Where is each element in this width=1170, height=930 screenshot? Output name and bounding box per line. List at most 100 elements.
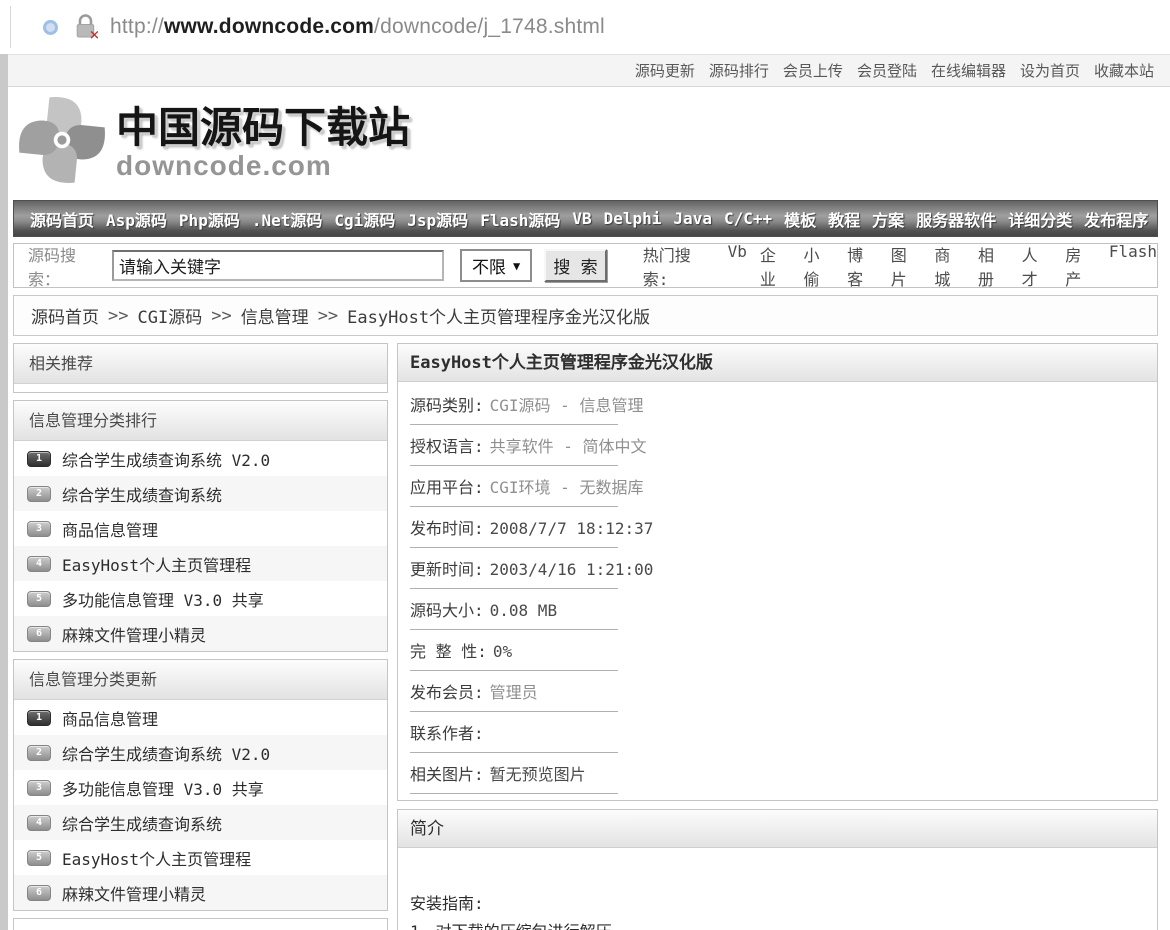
hot-keyword-link[interactable]: Flash [1109, 242, 1157, 290]
rank-badge: 5 [27, 850, 51, 866]
detail-label: 发布会员: [410, 683, 484, 702]
top-link[interactable]: 源码排行 [709, 60, 769, 81]
intro-line: 1、对下载的压缩包进行解压 [410, 918, 1143, 930]
rank-badge: 4 [27, 815, 51, 831]
breadcrumb-link[interactable]: EasyHost个人主页管理程序金光汉化版 [347, 303, 650, 328]
nav-link[interactable]: Flash源码 [480, 207, 560, 231]
detail-label: 完 整 性: [410, 642, 487, 661]
rank-list-item[interactable]: 6 麻辣文件管理小精灵 [14, 616, 387, 651]
nav-link[interactable]: Php源码 [179, 207, 240, 231]
detail-value: 2003/4/16 1:21:00 [490, 560, 654, 579]
rank-box-title: 信息管理分类排行 [14, 401, 387, 441]
search-bar: 源码搜索： 不限 ▼ 搜 索 热门搜索: Vb 企业小偷博客图片商城相册人才房产 F… [13, 243, 1158, 288]
update-list-item[interactable]: 6 麻辣文件管理小精灵 [14, 875, 387, 910]
nav-link[interactable]: Delphi [604, 209, 662, 228]
hot-keyword-link[interactable]: 小偷 [803, 242, 834, 290]
nav-link[interactable]: Java [673, 209, 712, 228]
rank-list-item[interactable]: 3 商品信息管理 [14, 511, 387, 546]
category-select[interactable]: 不限 ▼ [460, 249, 532, 282]
nav-link[interactable]: 方案 [872, 207, 904, 231]
detail-row: 发布会员: 管理员 [410, 671, 1157, 712]
url-domain: www.downcode.com [164, 15, 374, 38]
rank-badge: 6 [27, 885, 51, 901]
top-link[interactable]: 会员上传 [783, 60, 843, 81]
nav-link[interactable]: 源码首页 [30, 207, 94, 231]
rank-item-label: 麻辣文件管理小精灵 [62, 622, 206, 646]
hot-search-keywords: Vb 企业小偷博客图片商城相册人才房产 Flash [715, 242, 1157, 290]
hot-keyword-link[interactable]: 相册 [978, 242, 1009, 290]
site-title[interactable]: 中国源码下载站 [116, 105, 410, 151]
rank-badge: 1 [27, 710, 51, 726]
detail-value[interactable]: CGI源码 - 信息管理 [490, 396, 644, 415]
hot-keyword-link[interactable]: 博客 [847, 242, 878, 290]
update-list-item[interactable]: 5 EasyHost个人主页管理程 [14, 840, 387, 875]
top-link[interactable]: 设为首页 [1020, 60, 1080, 81]
hot-keyword-link[interactable]: Vb [728, 242, 747, 290]
url-text[interactable]: http://www.downcode.com/downcode/j_1748.… [110, 15, 605, 39]
detail-label: 源码大小: [410, 601, 484, 620]
update-list-item[interactable]: 1 商品信息管理 [14, 700, 387, 735]
rank-list-item[interactable]: 1 综合学生成绩查询系统 V2.0 [14, 441, 387, 476]
sidebar: 相关推荐 信息管理分类排行 1 综合学生成绩查询系统 V2.0 2 综合学生成绩… [13, 343, 388, 930]
nav-link[interactable]: 发布程序 [1084, 207, 1148, 231]
search-input[interactable] [112, 250, 444, 281]
nav-link[interactable]: C/C++ [724, 209, 772, 228]
detail-label: 更新时间: [410, 560, 484, 579]
hot-search-label: 热门搜索: [643, 242, 715, 290]
rank-item-label: 多功能信息管理 V3.0 共享 [62, 587, 264, 611]
logo-swirl-icon [16, 94, 108, 191]
update-list-item[interactable]: 3 多功能信息管理 V3.0 共享 [14, 770, 387, 805]
top-link[interactable]: 收藏本站 [1094, 60, 1154, 81]
url-path: /downcode/j_1748.shtml [374, 15, 605, 38]
update-list-item[interactable]: 4 综合学生成绩查询系统 [14, 805, 387, 840]
insecure-lock-icon[interactable]: ✕ [74, 14, 98, 40]
intro-body: 安装指南:1、对下载的压缩包进行解压2、上传所有文件，注意Images下的文件选… [398, 848, 1157, 930]
detail-value[interactable]: 管理员 [490, 683, 538, 702]
nav-link[interactable]: Cgi源码 [334, 207, 395, 231]
search-label: 源码搜索： [28, 242, 106, 290]
nav-link[interactable]: 模板 [784, 207, 816, 231]
update-list-item[interactable]: 2 综合学生成绩查询系统 V2.0 [14, 735, 387, 770]
nav-link[interactable]: 教程 [828, 207, 860, 231]
breadcrumb-link[interactable]: 信息管理 [241, 303, 309, 328]
detail-value[interactable]: CGI环境 - 无数据库 [490, 478, 644, 497]
hot-keyword-link[interactable]: 人才 [1022, 242, 1053, 290]
nav-link[interactable]: .Net源码 [252, 207, 323, 231]
rank-item-label: 商品信息管理 [62, 517, 158, 541]
breadcrumb-separator: >> [318, 306, 338, 326]
rank-list-item[interactable]: 5 多功能信息管理 V3.0 共享 [14, 581, 387, 616]
top-link[interactable]: 在线编辑器 [931, 60, 1006, 81]
breadcrumb-link[interactable]: 源码首页 [31, 303, 99, 328]
detail-panel: EasyHost个人主页管理程序金光汉化版 源码类别:CGI源码 - 信息管理 … [397, 343, 1158, 801]
site-subtitle[interactable]: downcode.com [116, 151, 410, 181]
hot-keyword-link[interactable]: 企业 [760, 242, 791, 290]
nav-link[interactable]: 详细分类 [1008, 207, 1072, 231]
top-link[interactable]: 会员登陆 [857, 60, 917, 81]
update-list: 1 商品信息管理 2 综合学生成绩查询系统 V2.0 3 多功能信息管理 V3.… [14, 700, 387, 910]
detail-value[interactable]: 共享软件 - 简体中文 [490, 437, 647, 456]
update-item-label: 综合学生成绩查询系统 V2.0 [62, 741, 270, 765]
nav-link[interactable]: Asp源码 [106, 207, 167, 231]
breadcrumb-item: >> 源码首页 [31, 303, 99, 328]
detail-row: 应用平台:CGI环境 - 无数据库 [410, 466, 1157, 507]
hot-keyword-link[interactable]: 房产 [1065, 242, 1096, 290]
detail-value: 0.08 MB [490, 601, 557, 620]
breadcrumb-separator: >> [108, 306, 128, 326]
nav-link[interactable]: Jsp源码 [407, 207, 468, 231]
nav-link[interactable]: VB [572, 209, 591, 228]
top-link[interactable]: 源码更新 [635, 60, 695, 81]
breadcrumb-link[interactable]: CGI源码 [137, 303, 202, 328]
detail-row: 源码类别:CGI源码 - 信息管理 [410, 384, 1157, 425]
browser-address-bar: ✕ http://www.downcode.com/downcode/j_174… [0, 0, 1170, 54]
detail-row: 更新时间: 2003/4/16 1:21:00 [410, 548, 1157, 589]
detail-row: 发布时间:2008/7/7 18:12:37 [410, 507, 1157, 548]
update-item-label: 商品信息管理 [62, 706, 158, 730]
rank-list-item[interactable]: 4 EasyHost个人主页管理程 [14, 546, 387, 581]
nav-link[interactable]: 服务器软件 [916, 207, 996, 231]
hot-keyword-link[interactable]: 图片 [891, 242, 922, 290]
dropdown-arrow-icon: ▼ [513, 259, 520, 273]
rank-list-item[interactable]: 2 综合学生成绩查询系统 [14, 476, 387, 511]
search-button[interactable]: 搜 索 [544, 249, 607, 282]
hot-keyword-link[interactable]: 商城 [934, 242, 965, 290]
site-loading-circle-icon [43, 20, 58, 35]
